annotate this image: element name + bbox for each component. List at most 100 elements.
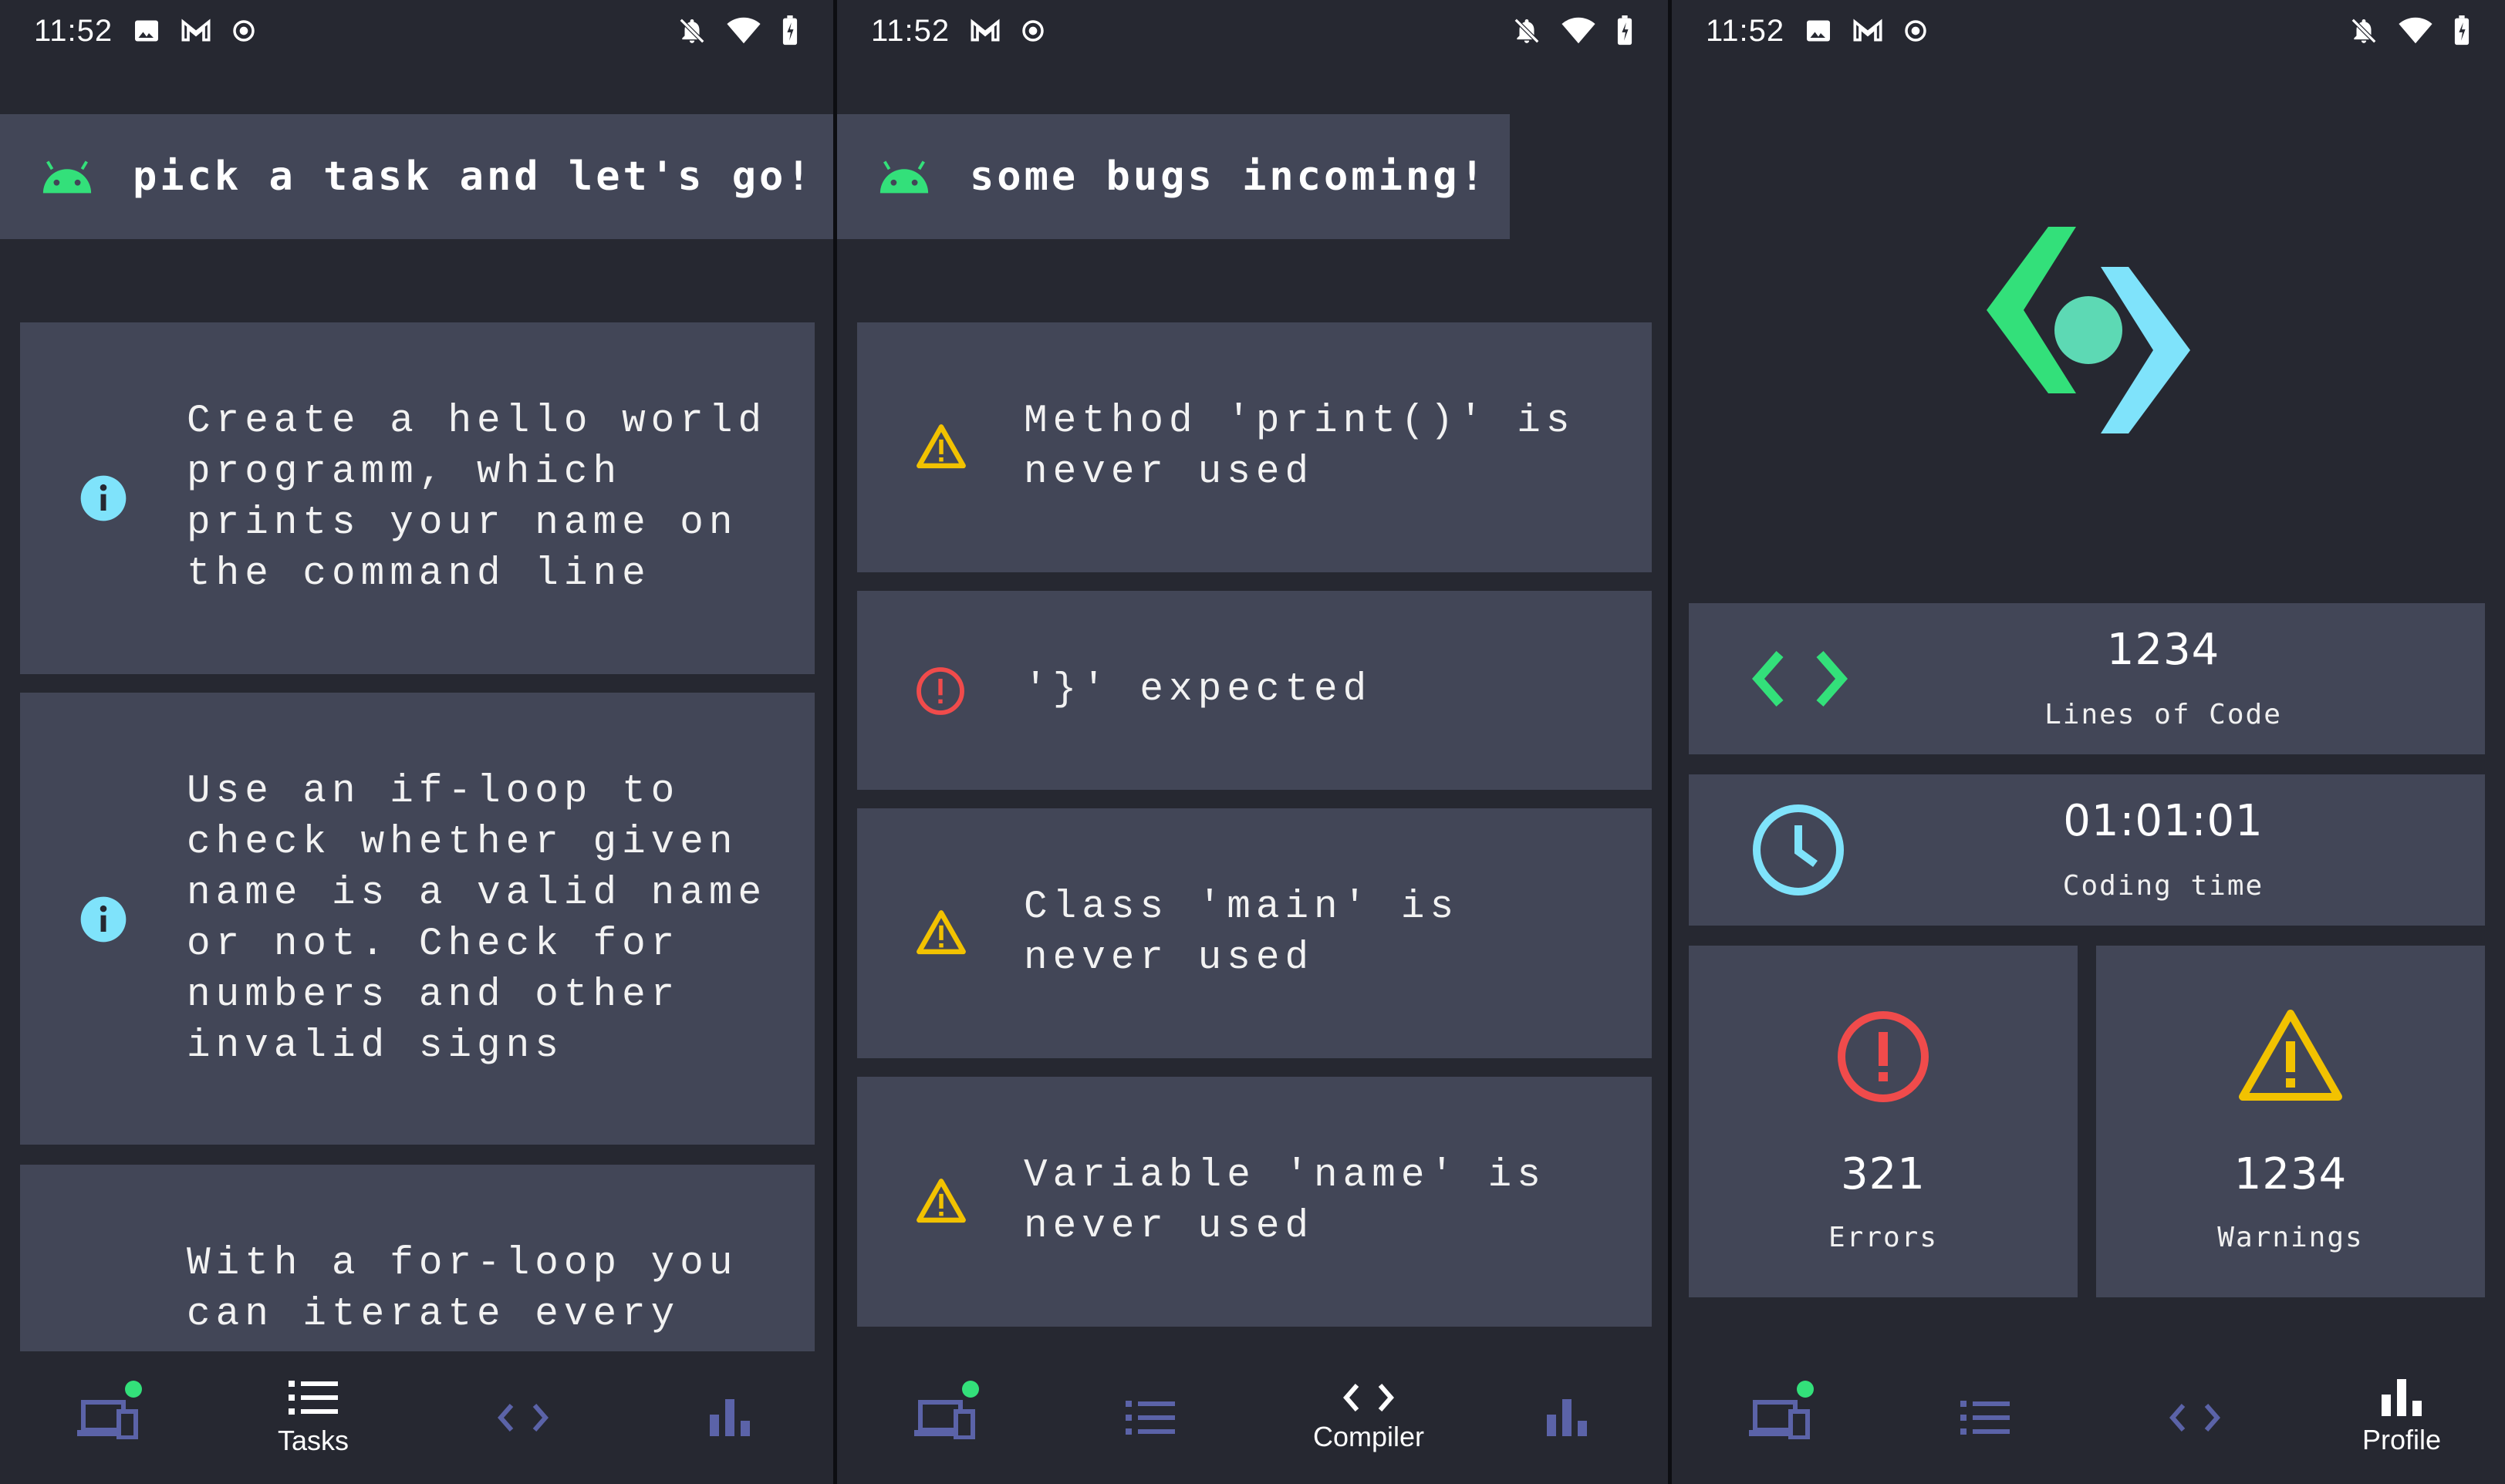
battery-icon [1617, 15, 1632, 46]
task-card[interactable]: Create a hello world programm, which pri… [20, 322, 815, 674]
nav-item-profile[interactable] [1505, 1351, 1629, 1484]
notifications-off-icon [679, 18, 705, 44]
tasks-screen: 11:52 pick a task and let's go! Create a… [0, 0, 833, 1484]
gmail-icon [1853, 19, 1882, 42]
bottom-navigation: Compiler [837, 1351, 1668, 1484]
status-time: 11:52 [34, 13, 113, 48]
notifications-off-icon [1514, 18, 1540, 44]
status-time: 11:52 [871, 13, 950, 48]
bar-chart-icon [2382, 1379, 2422, 1416]
android-icon [879, 160, 929, 194]
code-icon [2169, 1404, 2220, 1432]
errors-label: Errors [1828, 1222, 1939, 1253]
bottom-navigation: Tasks [0, 1351, 833, 1484]
coding-time-label: Coding time [2062, 870, 2264, 902]
lines-of-code-card: 1234 Lines of Code [1689, 603, 2485, 754]
battery-icon [2454, 15, 2470, 46]
nav-label-profile: Profile [2362, 1424, 2442, 1455]
errors-card: 321 Errors [1689, 946, 2078, 1297]
gmail-icon [181, 19, 211, 42]
image-notification-icon [135, 20, 159, 42]
nav-label-tasks: Tasks [277, 1425, 349, 1456]
record-icon [1905, 20, 1926, 42]
status-bar: 11:52 [837, 0, 1668, 62]
online-status-dot [125, 1381, 142, 1398]
issue-text: Method 'print()' is never used [1024, 400, 1575, 494]
nav-item-compiler[interactable] [461, 1351, 585, 1484]
online-status-dot [962, 1381, 979, 1398]
info-icon [80, 475, 127, 521]
devices-icon [914, 1400, 975, 1439]
battery-icon [782, 15, 798, 46]
app-logo-icon [1987, 227, 2190, 433]
nav-item-compiler[interactable]: Compiler [1295, 1351, 1442, 1484]
gmail-icon [971, 19, 1000, 42]
task-text: Use an if-loop to check whether given na… [187, 770, 768, 1068]
nav-item-tasks[interactable]: Tasks [252, 1351, 375, 1484]
task-card[interactable]: Use an if-loop to check whether given na… [20, 693, 815, 1145]
error-icon [917, 667, 964, 715]
list-icon [1126, 1401, 1175, 1435]
status-time: 11:52 [1706, 13, 1785, 48]
nav-item-devices[interactable] [883, 1351, 1007, 1484]
issue-text: Class 'main' is never used [1024, 885, 1460, 980]
code-icon [498, 1404, 549, 1432]
nav-label-compiler: Compiler [1312, 1421, 1425, 1452]
task-banner: pick a task and let's go! [0, 114, 833, 239]
banner-text: some bugs incoming! [970, 153, 1487, 200]
image-notification-icon [1807, 20, 1831, 42]
android-icon [42, 160, 92, 194]
profile-screen: 11:52 1234 Lines of Code 01:01:01 Coding… [1672, 0, 2505, 1484]
wifi-icon [2399, 17, 2432, 44]
warning-icon [917, 424, 966, 469]
issue-card[interactable]: Variable 'name' is never used [857, 1077, 1652, 1327]
status-bar: 11:52 [0, 0, 833, 62]
devices-icon [77, 1400, 138, 1439]
notifications-off-icon [2351, 18, 2377, 44]
lines-of-code-label: Lines of Code [2044, 699, 2282, 730]
list-icon [1960, 1401, 2010, 1435]
bar-chart-icon [1547, 1399, 1587, 1436]
status-bar: 11:52 [1672, 0, 2505, 62]
compiler-banner: some bugs incoming! [837, 114, 1510, 239]
record-icon [1022, 20, 1044, 42]
lines-of-code-value: 1234 [2106, 625, 2220, 675]
nav-item-profile[interactable] [668, 1351, 792, 1484]
bottom-navigation: Profile [1672, 1351, 2505, 1484]
nav-item-tasks[interactable] [1089, 1351, 1212, 1484]
task-text: Create a hello world programm, which pri… [187, 400, 768, 596]
clock-icon [1753, 804, 1844, 895]
bar-chart-icon [710, 1399, 750, 1436]
app-screens: 11:52 pick a task and let's go! Create a… [0, 0, 2505, 1484]
list-icon [289, 1381, 338, 1415]
nav-item-profile[interactable]: Profile [2335, 1351, 2468, 1484]
issue-card[interactable]: Method 'print()' is never used [857, 322, 1652, 572]
warning-icon [2239, 1010, 2342, 1101]
online-status-dot [1797, 1381, 1814, 1398]
record-icon [233, 20, 255, 42]
errors-value: 321 [1841, 1149, 1926, 1199]
wifi-icon [1561, 17, 1595, 44]
compiler-screen: 11:52 some bugs incoming! Method 'print(… [837, 0, 1668, 1484]
code-icon [1343, 1384, 1394, 1411]
coding-time-card: 01:01:01 Coding time [1689, 774, 2485, 926]
info-icon [80, 896, 127, 943]
wifi-icon [727, 17, 761, 44]
nav-item-tasks[interactable] [1923, 1351, 2047, 1484]
banner-text: pick a task and let's go! [133, 153, 814, 200]
warnings-card: 1234 Warnings [2096, 946, 2485, 1297]
error-icon [1838, 1011, 1929, 1102]
nav-item-devices[interactable] [1718, 1351, 1842, 1484]
code-icon [1752, 651, 1848, 707]
warnings-label: Warnings [2217, 1222, 2364, 1253]
task-text: With a for-loop you can iterate every [187, 1242, 738, 1337]
issue-card[interactable]: '}' expected [857, 591, 1652, 790]
devices-icon [1749, 1400, 1810, 1439]
nav-item-compiler[interactable] [2133, 1351, 2257, 1484]
warning-icon [917, 1179, 966, 1223]
nav-item-devices[interactable] [46, 1351, 170, 1484]
issue-text: Variable 'name' is never used [1024, 1154, 1546, 1249]
issue-text: '}' expected [1024, 668, 1372, 712]
issue-card[interactable]: Class 'main' is never used [857, 808, 1652, 1058]
warnings-value: 1234 [2233, 1149, 2348, 1199]
